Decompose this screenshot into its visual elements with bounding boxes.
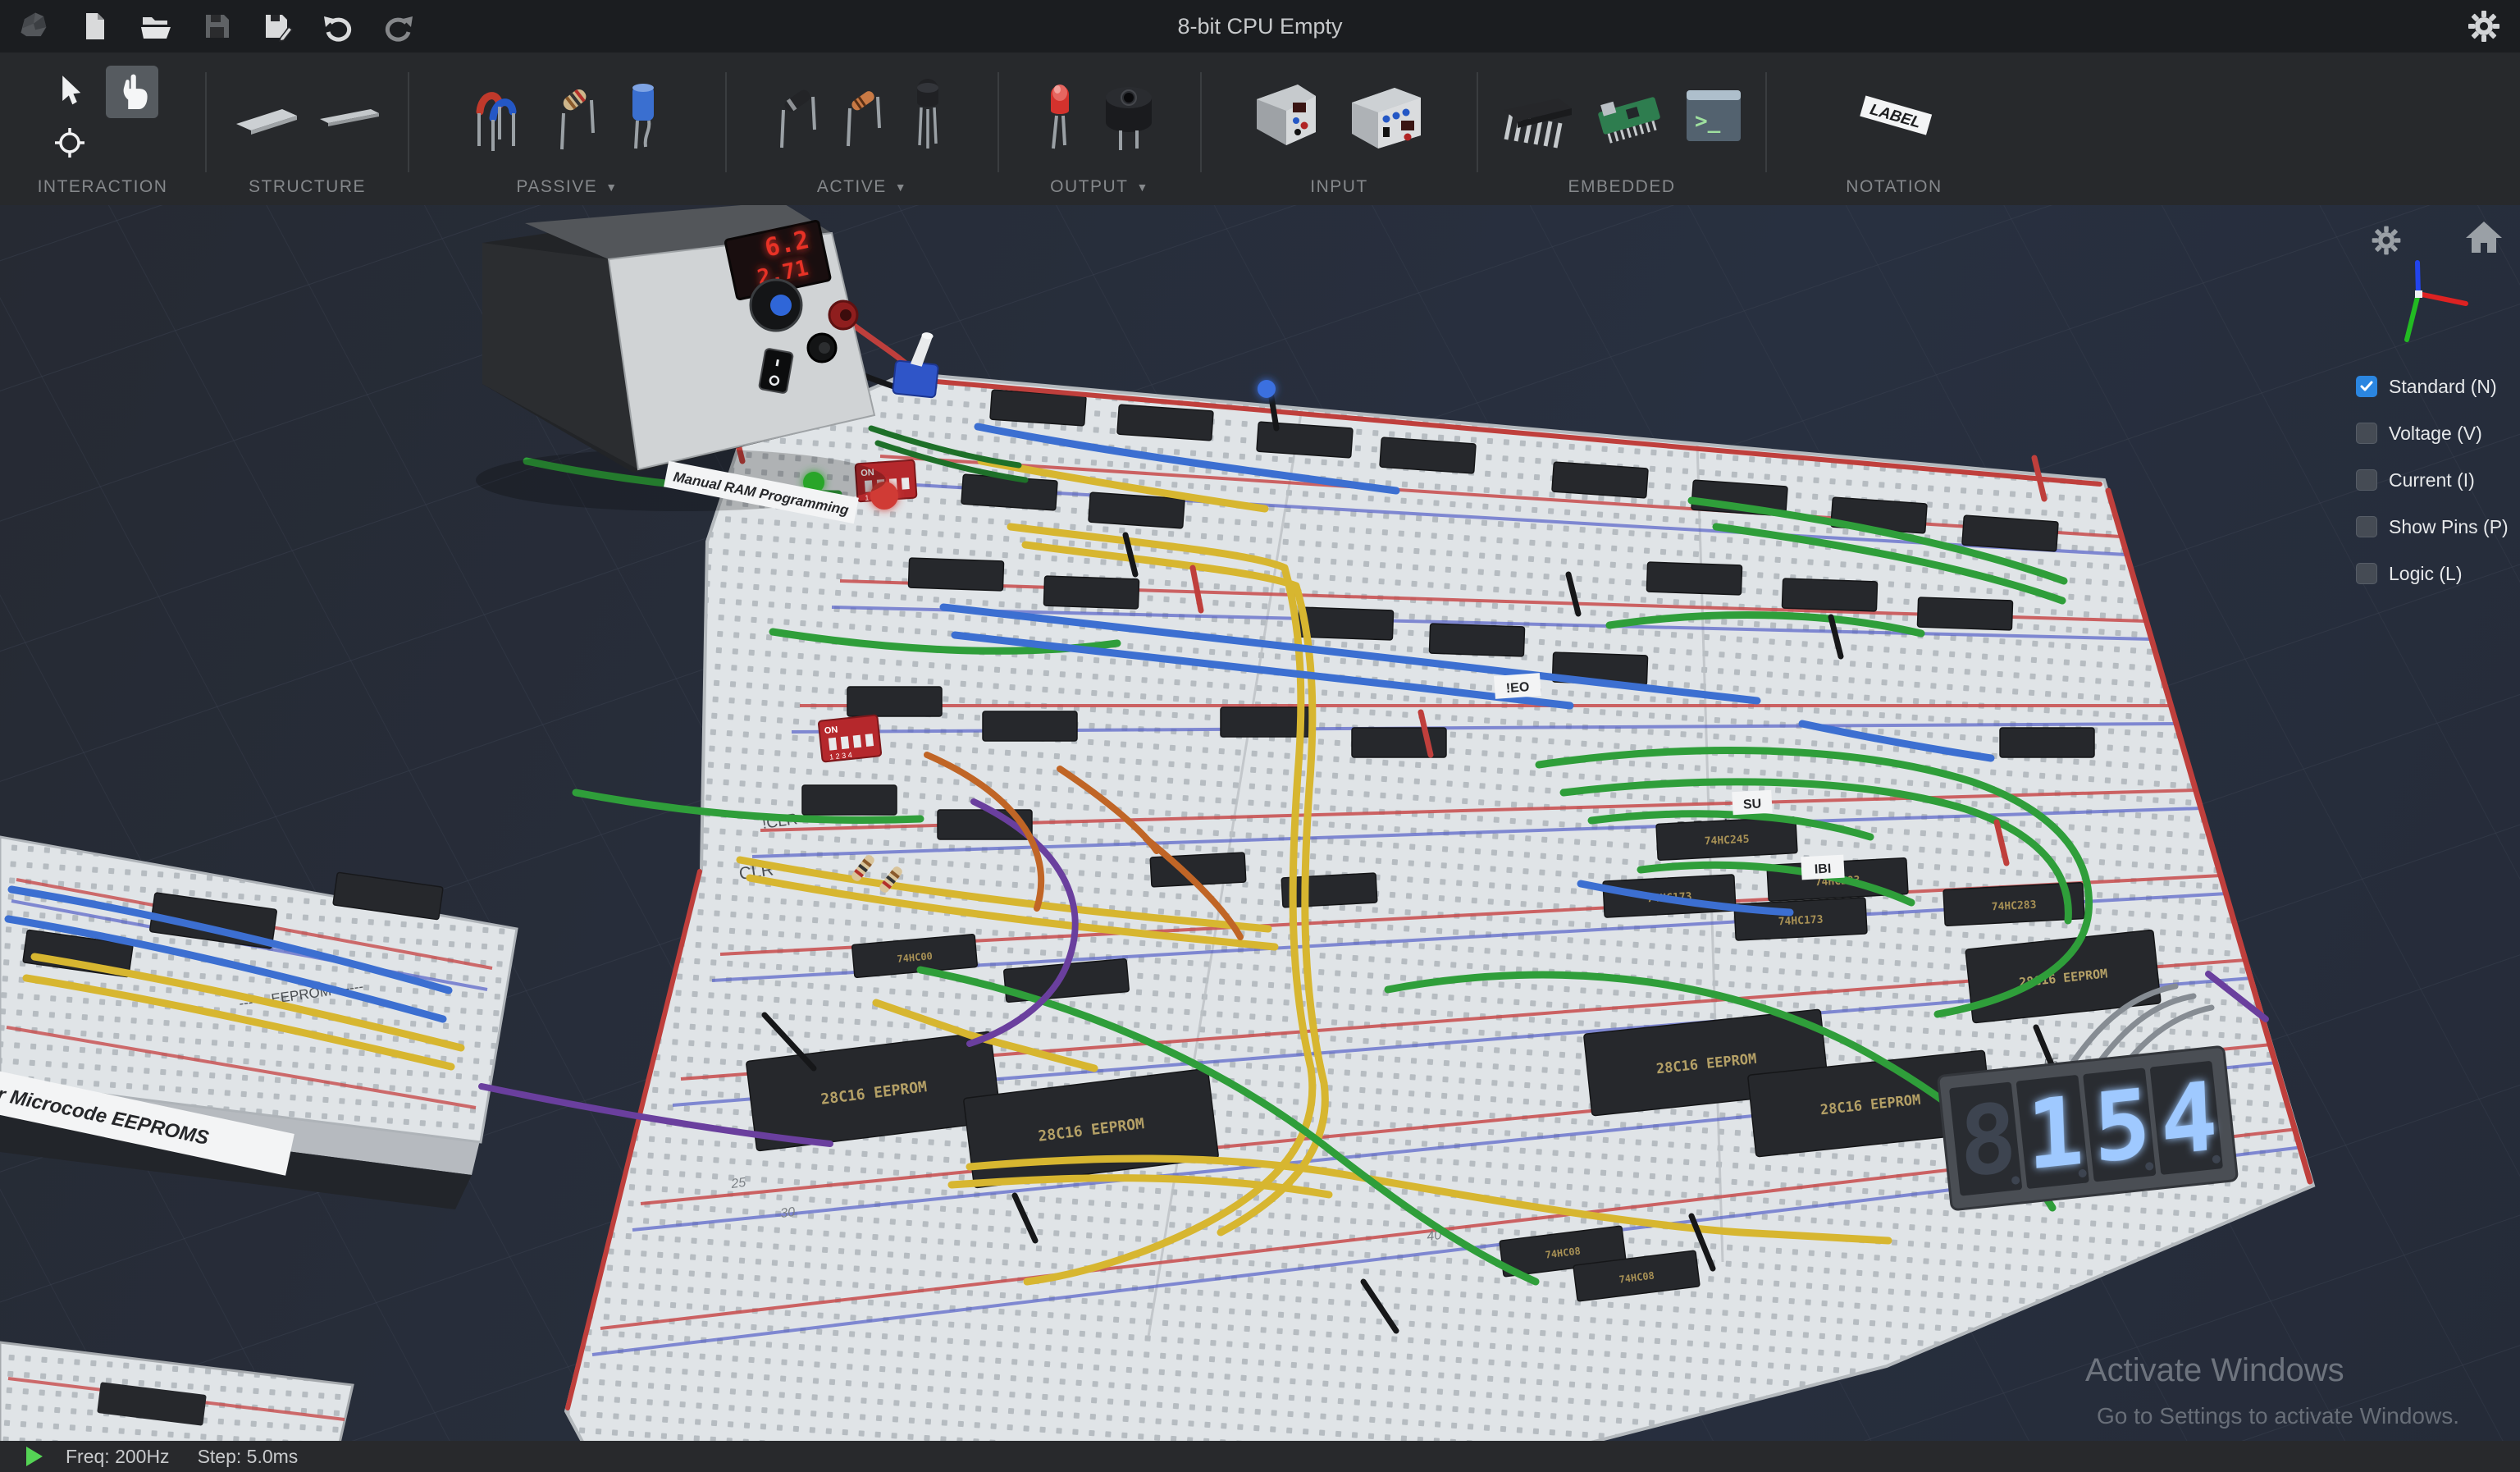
step-readout: Step: 5.0ms: [198, 1446, 299, 1467]
cursor-tool-button[interactable]: [47, 69, 93, 115]
redo-button[interactable]: [379, 7, 418, 46]
gizmo-y-axis: [2407, 294, 2418, 340]
group-label-passive[interactable]: PASSIVE: [516, 177, 597, 197]
hand-tool-button[interactable]: [106, 66, 158, 118]
chevron-down-icon[interactable]: ▼: [895, 181, 907, 194]
play-simulation-icon[interactable]: [26, 1447, 43, 1466]
toolbar-group-structure: STRUCTURE: [207, 53, 408, 205]
toolbar-group-output: OUTPUT ▼: [999, 53, 1200, 205]
segment-digit-2: 5: [2092, 1068, 2152, 1185]
gizmo-origin-cube: [2415, 290, 2422, 298]
dip-switch[interactable]: ON 1 2 3 4: [819, 715, 882, 761]
status-bar: Freq: 200Hz Step: 5.0ms: [0, 1441, 2520, 1472]
simulation-status-text: Freq: 200Hz Step: 5.0ms: [66, 1446, 326, 1468]
seven-segment-display[interactable]: 8 1 5 4: [1938, 1046, 2237, 1210]
view-option-voltage[interactable]: Voltage (V): [2356, 423, 2509, 444]
new-file-button[interactable]: [75, 7, 115, 46]
open-file-button[interactable]: [136, 7, 176, 46]
ieo-label: !EO: [1505, 680, 1530, 696]
component-resistor-button[interactable]: [549, 79, 606, 153]
chip-74hc173: 74HC173: [1734, 898, 1867, 940]
save-button[interactable]: [197, 7, 236, 46]
group-label-interaction: INTERACTION: [38, 177, 168, 197]
focus-tool-button[interactable]: [47, 120, 93, 166]
checkbox-logic[interactable]: [2356, 563, 2377, 584]
gizmo-z-axis: [2417, 263, 2418, 294]
chevron-down-icon[interactable]: ▼: [1136, 181, 1148, 194]
view-option-logic[interactable]: Logic (L): [2356, 563, 2509, 584]
toolbar-group-active: ACTIVE ▼: [727, 53, 998, 205]
component-power-supply-button[interactable]: [1250, 78, 1332, 153]
svg-text:74HC283: 74HC283: [1991, 899, 2037, 914]
view-option-show-pins[interactable]: Show Pins (P): [2356, 516, 2509, 537]
svg-text:74HC245: 74HC245: [1704, 834, 1750, 848]
chip-74hc245: 74HC245: [1656, 817, 1797, 861]
component-microcontroller-button[interactable]: [1588, 80, 1670, 152]
component-breadboard-button[interactable]: [231, 91, 302, 140]
component-toolbar: INTERACTION STRUCTURE PASSIVE ▼: [0, 53, 2520, 205]
frequency-readout: Freq: 200Hz: [66, 1446, 170, 1467]
component-bench-supply-button[interactable]: [1344, 78, 1429, 153]
view-option-standard[interactable]: Standard (N): [2356, 376, 2509, 397]
component-rail-button[interactable]: [313, 91, 384, 140]
component-buzzer-button[interactable]: [1094, 78, 1163, 153]
component-capacitor-button[interactable]: [618, 78, 667, 153]
component-signal-diode-button[interactable]: [838, 79, 892, 153]
segment-digit-ghost: 8: [1958, 1082, 2019, 1199]
window-title: 8-bit CPU Empty: [1177, 14, 1342, 39]
group-label-embedded: EMBEDDED: [1568, 177, 1675, 197]
toolbar-group-embedded: >_ EMBEDDED: [1478, 53, 1765, 205]
svg-text:25: 25: [729, 1176, 746, 1191]
group-label-input: INPUT: [1310, 177, 1368, 197]
app-logo-icon: [15, 7, 54, 46]
svg-text:74HC173: 74HC173: [1778, 914, 1824, 929]
group-label-structure: STRUCTURE: [249, 177, 366, 197]
group-label-notation: NOTATION: [1846, 177, 1942, 197]
circuit-scene[interactable]: -------EEPROM-------: [0, 205, 2520, 1441]
component-transistor-button[interactable]: [903, 78, 952, 153]
component-terminal-button[interactable]: >_: [1682, 85, 1746, 146]
segment-digit-1: 1: [2025, 1076, 2085, 1192]
gizmo-x-axis: [2418, 294, 2466, 304]
undo-button[interactable]: [318, 7, 358, 46]
terminal-prompt-glyph: >_: [1695, 109, 1721, 134]
orientation-gizmo[interactable]: [2346, 238, 2510, 365]
toolbar-group-input: INPUT: [1202, 53, 1477, 205]
toolbar-group-notation: LABEL NOTATION: [1767, 53, 2021, 205]
group-label-output[interactable]: OUTPUT: [1050, 177, 1128, 197]
segment-digit-3: 4: [2158, 1061, 2219, 1177]
app-window: { "title_bar": { "title": "8-bit CPU Emp…: [0, 0, 2520, 1472]
blue-led[interactable]: [1258, 380, 1276, 398]
ibi-label: IBI: [1814, 862, 1831, 876]
view-option-current[interactable]: Current (I): [2356, 469, 2509, 491]
component-ic-chip-button[interactable]: [1498, 80, 1577, 151]
checkbox-standard[interactable]: [2356, 376, 2377, 397]
group-label-active[interactable]: ACTIVE: [817, 177, 887, 197]
component-led-button[interactable]: [1037, 78, 1083, 153]
view-options-panel: Standard (N) Voltage (V) Current (I) Sho…: [2356, 376, 2509, 584]
3d-viewport[interactable]: -------EEPROM-------: [0, 205, 2520, 1441]
chevron-down-icon[interactable]: ▼: [605, 181, 618, 194]
su-label: SU: [1743, 797, 1762, 811]
component-jumper-wire-button[interactable]: [468, 79, 537, 153]
settings-gear-icon[interactable]: [2464, 7, 2504, 46]
component-label-button[interactable]: LABEL: [1845, 83, 1943, 149]
checkbox-current[interactable]: [2356, 469, 2377, 491]
component-diode-button[interactable]: [772, 79, 826, 153]
toolbar-group-passive: PASSIVE ▼: [409, 53, 725, 205]
svg-text:30: 30: [779, 1205, 796, 1221]
save-as-button[interactable]: [258, 7, 297, 46]
toolbar-group-interaction: INTERACTION: [0, 53, 205, 205]
checkbox-voltage[interactable]: [2356, 423, 2377, 444]
checkbox-show-pins[interactable]: [2356, 516, 2377, 537]
title-bar: 8-bit CPU Empty: [0, 0, 2520, 53]
psu-power-switch[interactable]: [759, 348, 793, 393]
dip-on-label: ON: [824, 725, 838, 737]
